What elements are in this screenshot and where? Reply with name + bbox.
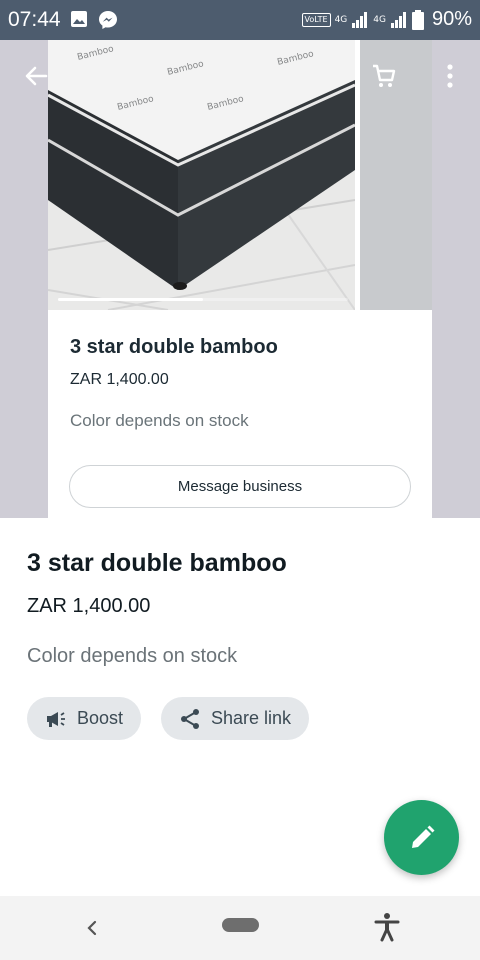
card-price: ZAR 1,400.00 bbox=[70, 371, 169, 388]
edit-fab[interactable] bbox=[384, 800, 459, 875]
image-icon bbox=[71, 11, 87, 27]
more-options-button[interactable] bbox=[434, 60, 466, 92]
status-time: 07:44 bbox=[8, 8, 61, 31]
battery-percent: 90% bbox=[431, 8, 472, 30]
product-title: 3 star double bamboo bbox=[27, 549, 287, 577]
messenger-icon bbox=[99, 11, 117, 29]
battery-icon bbox=[411, 9, 424, 30]
signal-icon bbox=[352, 11, 368, 28]
mattress-illustration: Bamboo Bamboo Bamboo Bamboo Bamboo bbox=[48, 40, 355, 310]
back-button[interactable] bbox=[20, 60, 52, 92]
card-title: 3 star double bamboo bbox=[70, 336, 278, 358]
pencil-icon bbox=[411, 825, 434, 848]
card-description: Color depends on stock bbox=[70, 411, 249, 430]
share-link-button[interactable]: Share link bbox=[161, 697, 310, 740]
share-link-label: Share link bbox=[211, 708, 292, 728]
share-icon bbox=[181, 708, 199, 729]
status-bar: 07:44 VoLTE 4G 4G 90% bbox=[0, 0, 480, 40]
volte-badge: VoLTE bbox=[301, 12, 331, 27]
network-type-1: 4G bbox=[334, 14, 348, 25]
system-nav-bar bbox=[0, 896, 480, 960]
cart-button[interactable] bbox=[368, 60, 400, 92]
more-vert-icon bbox=[447, 64, 453, 88]
gallery-progress bbox=[58, 298, 203, 301]
product-hero: Bamboo Bamboo Bamboo Bamboo Bamboo 3 sta… bbox=[0, 40, 480, 518]
nav-home-button[interactable] bbox=[222, 918, 259, 932]
boost-button[interactable]: Boost bbox=[27, 697, 142, 740]
product-photo[interactable]: Bamboo Bamboo Bamboo Bamboo Bamboo bbox=[48, 40, 355, 310]
chevron-left-icon bbox=[87, 920, 97, 936]
cart-icon bbox=[373, 64, 396, 87]
status-notification-icons bbox=[70, 10, 118, 30]
nav-back-button[interactable] bbox=[82, 914, 102, 947]
boost-label: Boost bbox=[77, 708, 124, 728]
status-system-icons: VoLTE 4G 4G 90% bbox=[301, 8, 472, 31]
signal-icon-2 bbox=[390, 11, 406, 28]
megaphone-icon bbox=[47, 711, 65, 727]
accessibility-icon bbox=[374, 913, 400, 942]
product-description: Color depends on stock bbox=[27, 645, 238, 667]
network-type-2: 4G bbox=[373, 14, 386, 25]
product-price: ZAR 1,400.00 bbox=[27, 595, 151, 617]
accessibility-button[interactable] bbox=[373, 912, 401, 947]
back-arrow-icon bbox=[25, 66, 48, 86]
message-business-button[interactable]: Message business bbox=[69, 465, 411, 508]
